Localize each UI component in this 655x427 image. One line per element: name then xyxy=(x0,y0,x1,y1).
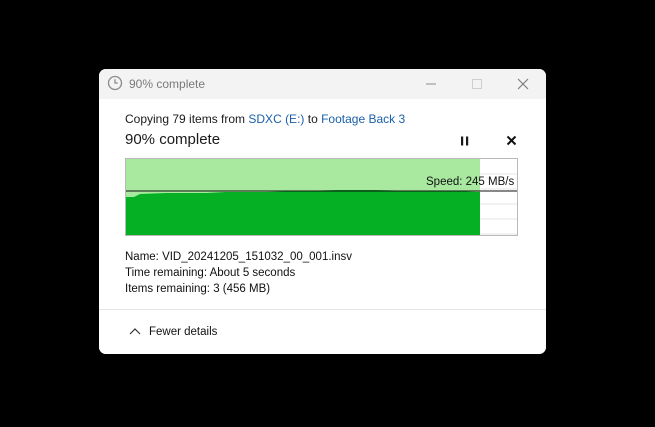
items-remaining: Items remaining: 3 (456 MB) xyxy=(125,283,271,295)
source-link[interactable]: SDXC (E:) xyxy=(248,112,304,126)
copy-middle: to xyxy=(304,112,322,126)
maximize-button[interactable] xyxy=(454,69,500,99)
window-title: 90% complete xyxy=(129,77,206,91)
progress-status: 90% complete xyxy=(125,131,221,148)
stop-button[interactable] xyxy=(502,133,522,149)
minimize-icon xyxy=(426,83,436,85)
speed-graph-canvas xyxy=(126,159,517,235)
copy-summary: Copying 79 items from SDXC (E:) to Foota… xyxy=(125,112,405,126)
destination-link[interactable]: Footage Back 3 xyxy=(321,112,405,126)
time-remaining: Time remaining: About 5 seconds xyxy=(125,267,296,279)
maximize-icon xyxy=(472,79,482,89)
fewer-details-label: Fewer details xyxy=(149,326,218,338)
chevron-up-icon xyxy=(129,328,141,335)
close-icon xyxy=(517,78,529,90)
details-panel: Name: VID_20241205_151032_00_001.insv Ti… xyxy=(125,249,352,297)
copy-progress-dialog: 90% complete Copying 79 items from SDXC … xyxy=(99,69,546,354)
speed-graph: Speed: 245 MB/s xyxy=(125,158,518,236)
clock-icon xyxy=(107,75,123,91)
close-button[interactable] xyxy=(500,69,546,99)
stop-icon xyxy=(506,135,517,146)
minimize-button[interactable] xyxy=(408,69,454,99)
speed-fill xyxy=(126,190,480,235)
pause-button[interactable] xyxy=(455,133,475,149)
speed-label: Speed: 245 MB/s xyxy=(426,176,515,188)
copy-prefix: Copying 79 items from xyxy=(125,112,249,126)
details-toggle[interactable]: Fewer details xyxy=(99,309,546,354)
title-bar[interactable]: 90% complete xyxy=(99,69,546,99)
pause-icon xyxy=(461,136,469,146)
file-name: Name: VID_20241205_151032_00_001.insv xyxy=(125,251,352,263)
